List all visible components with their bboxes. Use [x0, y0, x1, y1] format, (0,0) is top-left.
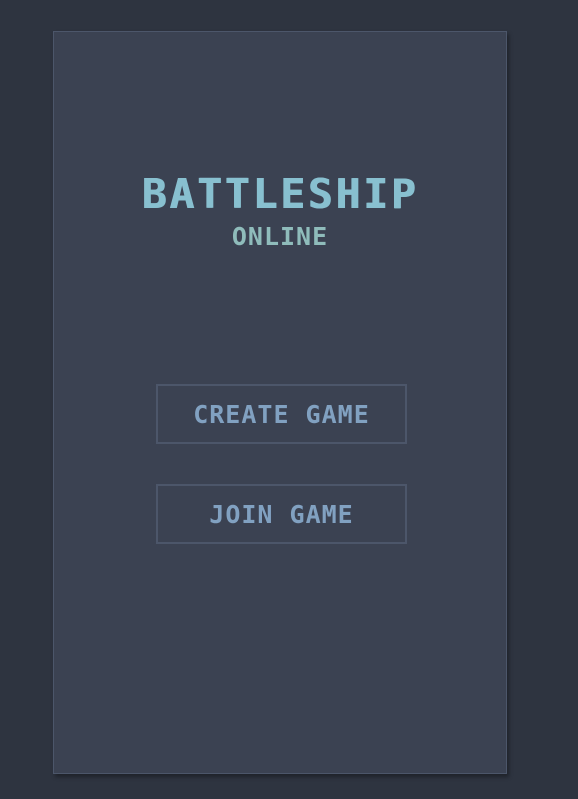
main-menu-panel: BATTLESHIP ONLINE CREATE GAME JOIN GAME	[53, 31, 507, 774]
game-title: BATTLESHIP	[141, 170, 419, 218]
join-game-button[interactable]: JOIN GAME	[156, 484, 407, 544]
game-subtitle: ONLINE	[231, 222, 329, 251]
create-game-button[interactable]: CREATE GAME	[156, 384, 407, 444]
